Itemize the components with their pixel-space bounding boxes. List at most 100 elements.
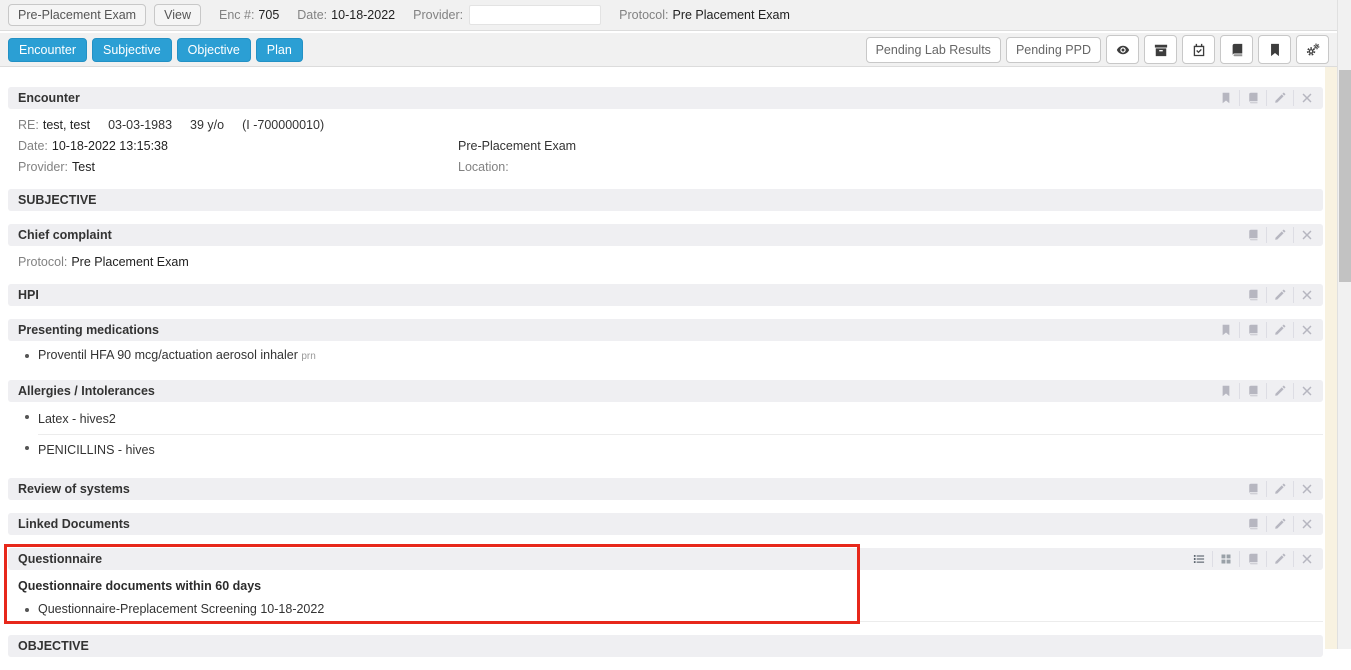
pencil-icon[interactable]	[1266, 227, 1293, 243]
close-icon[interactable]	[1293, 383, 1320, 399]
toolbar-right-tools: Pending Lab Results Pending PPD	[866, 35, 1329, 64]
bookmark-icon[interactable]	[1212, 90, 1239, 106]
section-linked-documents: Linked Documents	[8, 513, 1323, 535]
pending-lab-results-button[interactable]: Pending Lab Results	[866, 37, 1001, 63]
archive-icon[interactable]	[1144, 35, 1177, 64]
patient-line: RE: test, test 03-03-1983 39 y/o (I -700…	[18, 118, 1313, 132]
book-icon[interactable]	[1239, 383, 1266, 399]
list-item: Latex - hives2	[38, 404, 1323, 435]
patient-age: 39 y/o	[190, 118, 224, 132]
nav-plan-button[interactable]: Plan	[256, 38, 303, 62]
scrollbar-thumb[interactable]	[1339, 70, 1351, 282]
section-title: Allergies / Intolerances	[18, 384, 155, 398]
nav-subjective-button[interactable]: Subjective	[92, 38, 172, 62]
section-medications: Presenting medications Proventil HFA 90 …	[8, 319, 1323, 367]
view-button[interactable]: View	[154, 4, 201, 26]
exam-type-button[interactable]: Pre-Placement Exam	[8, 4, 146, 26]
pencil-icon[interactable]	[1266, 383, 1293, 399]
section-title: Review of systems	[18, 482, 130, 496]
pencil-icon[interactable]	[1266, 481, 1293, 497]
allergies-list: Latex - hives2 PENICILLINS - hives	[8, 404, 1323, 465]
eye-icon[interactable]	[1106, 35, 1139, 64]
section-allergies: Allergies / Intolerances Latex - hives2 …	[8, 380, 1323, 465]
questionnaire-document-link[interactable]: Questionnaire-Preplacement Screening 10-…	[38, 597, 1323, 622]
questionnaire-list: Questionnaire-Preplacement Screening 10-…	[8, 597, 1323, 622]
list-item: Proventil HFA 90 mcg/actuation aerosol i…	[38, 343, 1323, 367]
section-title: SUBJECTIVE	[18, 193, 97, 207]
section-title: Questionnaire	[18, 552, 102, 566]
nav-objective-button[interactable]: Objective	[177, 38, 251, 62]
book-icon[interactable]	[1239, 481, 1266, 497]
protocol-info: Protocol: Pre Placement Exam	[619, 8, 790, 22]
section-actions	[1185, 551, 1320, 567]
review-of-systems-header: Review of systems	[8, 478, 1323, 500]
section-actions	[1239, 227, 1320, 243]
section-actions	[1239, 287, 1320, 303]
enc-number: Enc #: 705	[219, 8, 279, 22]
section-objective-divider: OBJECTIVE	[8, 635, 1323, 657]
book-icon[interactable]	[1239, 90, 1266, 106]
bookmark-icon[interactable]	[1212, 322, 1239, 338]
list-view-icon[interactable]	[1185, 551, 1212, 567]
medication-frequency: prn	[301, 351, 315, 362]
close-icon[interactable]	[1293, 481, 1320, 497]
book-icon[interactable]	[1239, 227, 1266, 243]
medications-list: Proventil HFA 90 mcg/actuation aerosol i…	[8, 343, 1323, 367]
close-icon[interactable]	[1293, 90, 1320, 106]
section-title: OBJECTIVE	[18, 639, 89, 653]
section-actions	[1212, 383, 1320, 399]
patient-name: test, test	[43, 118, 90, 132]
questionnaire-subtitle: Questionnaire documents within 60 days	[8, 570, 1323, 595]
enc-date: Date: 10-18-2022	[297, 8, 395, 22]
section-title: Chief complaint	[18, 228, 112, 242]
pencil-icon[interactable]	[1266, 516, 1293, 532]
section-title: Linked Documents	[18, 517, 130, 531]
list-item: PENICILLINS - hives	[38, 435, 1323, 465]
book-icon[interactable]	[1239, 287, 1266, 303]
allergies-header: Allergies / Intolerances	[8, 380, 1323, 402]
encounter-document: Encounter RE: test, test 03-03-1983 39 y…	[8, 87, 1323, 670]
nav-encounter-button[interactable]: Encounter	[8, 38, 87, 62]
pending-ppd-button[interactable]: Pending PPD	[1006, 37, 1101, 63]
section-questionnaire: Questionnaire Questionnaire documents wi…	[8, 548, 1323, 622]
book-icon[interactable]	[1239, 551, 1266, 567]
gears-icon[interactable]	[1296, 35, 1329, 64]
vertical-scrollbar[interactable]	[1337, 0, 1351, 649]
linked-documents-header: Linked Documents	[8, 513, 1323, 535]
book-icon[interactable]	[1239, 516, 1266, 532]
questionnaire-header: Questionnaire	[8, 548, 1323, 570]
section-actions	[1212, 90, 1320, 106]
pencil-icon[interactable]	[1266, 287, 1293, 303]
pencil-icon[interactable]	[1266, 551, 1293, 567]
objective-header: OBJECTIVE	[8, 635, 1323, 657]
book-icon[interactable]	[1239, 322, 1266, 338]
provider-input[interactable]	[469, 5, 601, 25]
patient-dob: 03-03-1983	[108, 118, 172, 132]
section-review-of-systems: Review of systems	[8, 478, 1323, 500]
book-icon[interactable]	[1220, 35, 1253, 64]
section-title: Encounter	[18, 91, 80, 105]
close-icon[interactable]	[1293, 322, 1320, 338]
encounter-info-bar: Pre-Placement Exam View Enc #: 705 Date:…	[0, 0, 1337, 31]
location-line: Location:	[458, 160, 1313, 174]
provider-field-group: Provider:	[413, 5, 601, 25]
calendar-check-icon[interactable]	[1182, 35, 1215, 64]
patient-id: (I -700000010)	[242, 118, 324, 132]
section-encounter: Encounter RE: test, test 03-03-1983 39 y…	[8, 87, 1323, 176]
section-hpi: HPI	[8, 284, 1323, 306]
hpi-header: HPI	[8, 284, 1323, 306]
grid-view-icon[interactable]	[1212, 551, 1239, 567]
close-icon[interactable]	[1293, 227, 1320, 243]
page-background-strip	[1325, 67, 1337, 649]
close-icon[interactable]	[1293, 551, 1320, 567]
close-icon[interactable]	[1293, 516, 1320, 532]
bookmark-icon[interactable]	[1212, 383, 1239, 399]
encounter-date-line: Date: 10-18-2022 13:15:38	[18, 139, 458, 153]
pencil-icon[interactable]	[1266, 322, 1293, 338]
close-icon[interactable]	[1293, 287, 1320, 303]
pencil-icon[interactable]	[1266, 90, 1293, 106]
encounter-details: RE: test, test 03-03-1983 39 y/o (I -700…	[8, 109, 1323, 176]
bookmark-icon[interactable]	[1258, 35, 1291, 64]
encounter-provider-line: Provider: Test	[18, 160, 458, 174]
subjective-header: SUBJECTIVE	[8, 189, 1323, 211]
